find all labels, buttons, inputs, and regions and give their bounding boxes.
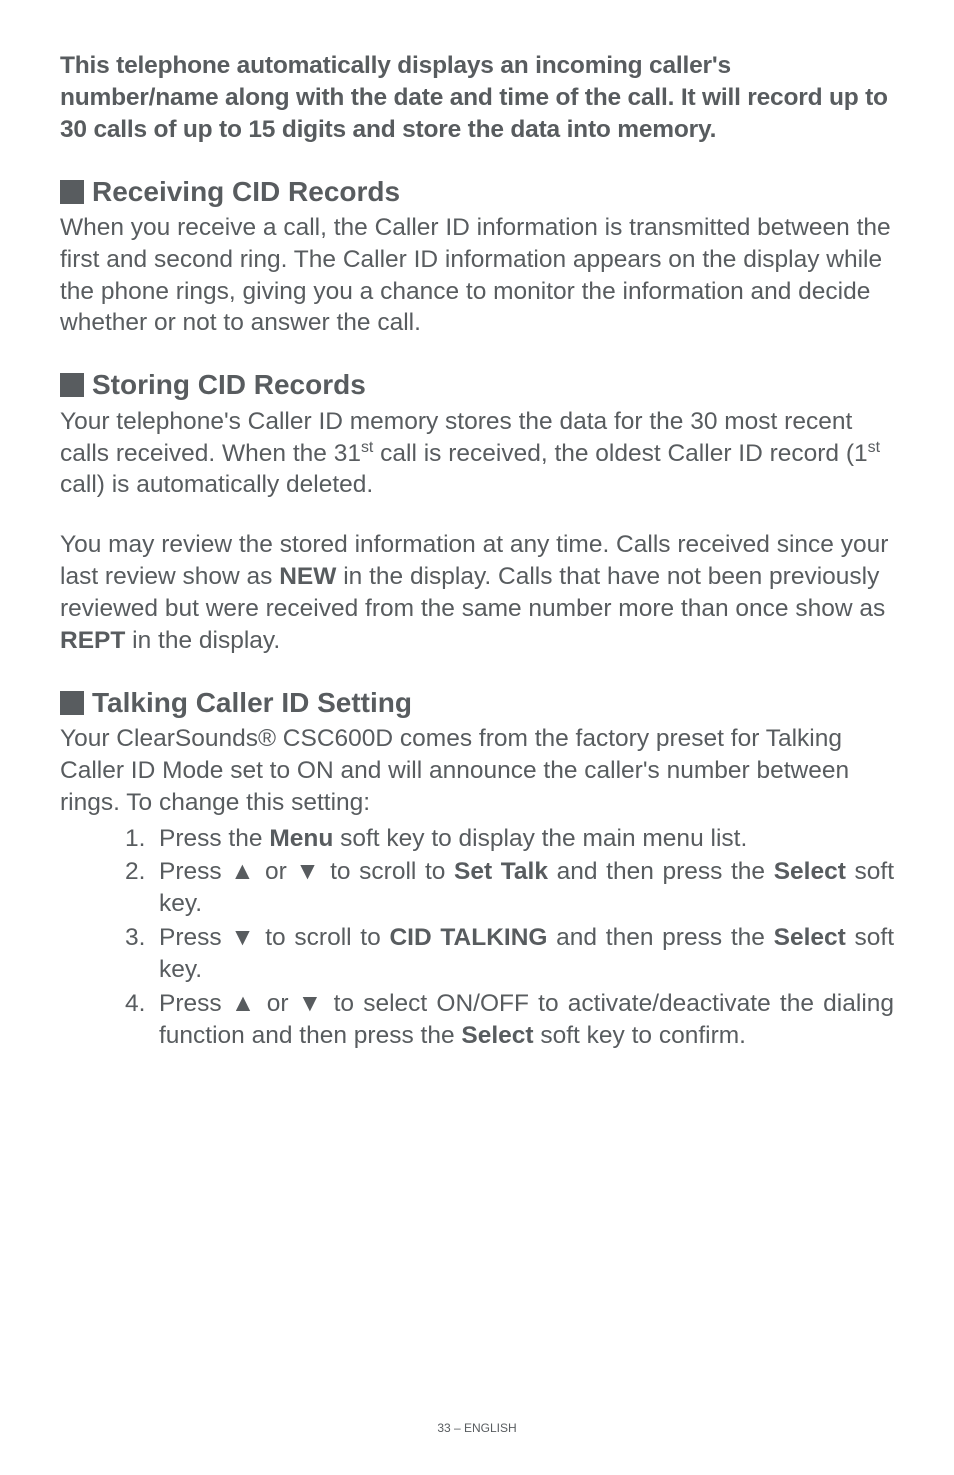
steps-list: 1. Press the Menu soft key to display th…	[60, 823, 894, 1052]
storing-p1: Your telephone's Caller ID memory stores…	[60, 406, 894, 502]
text: and then press the	[548, 858, 774, 885]
heading-talking: Talking Caller ID Setting	[60, 685, 894, 721]
text: soft key to display the main menu list.	[333, 825, 747, 852]
intro-paragraph: This telephone automatically displays an…	[60, 50, 894, 146]
bullet-square-icon	[60, 373, 84, 397]
list-item: 2. Press ▲ or ▼ to scroll to Set Talk an…	[125, 856, 894, 920]
text: to scroll to	[321, 858, 454, 885]
list-number: 4.	[125, 988, 145, 1020]
bold-text: Select	[774, 858, 846, 885]
text: call) is automatically deleted.	[60, 471, 373, 498]
down-triangle-icon: ▼	[298, 990, 325, 1017]
bold-text: REPT	[60, 627, 125, 654]
superscript: st	[361, 438, 373, 455]
heading-text: Receiving CID Records	[92, 174, 400, 210]
heading-receiving: Receiving CID Records	[60, 174, 894, 210]
list-item: 3. Press ▼ to scroll to CID TALKING and …	[125, 922, 894, 986]
heading-text: Talking Caller ID Setting	[92, 685, 412, 721]
heading-text: Storing CID Records	[92, 367, 366, 403]
heading-storing: Storing CID Records	[60, 367, 894, 403]
text: or	[258, 990, 298, 1017]
up-triangle-icon: ▲	[231, 990, 258, 1017]
list-number: 2.	[125, 856, 145, 888]
bullet-square-icon	[60, 691, 84, 715]
bold-text: Set Talk	[454, 858, 548, 885]
text: soft key to confirm.	[534, 1022, 746, 1049]
text: call is received, the oldest Caller ID r…	[373, 440, 867, 467]
text: Press	[159, 990, 231, 1017]
body-receiving: When you receive a call, the Caller ID i…	[60, 212, 894, 339]
bold-text: Menu	[269, 825, 333, 852]
bold-text: Select	[461, 1022, 533, 1049]
list-item: 4. Press ▲ or ▼ to select ON/OFF to acti…	[125, 988, 894, 1052]
body-talking: Your ClearSounds® CSC600D comes from the…	[60, 723, 894, 819]
text: Press the	[159, 825, 269, 852]
bold-text: NEW	[279, 563, 336, 590]
up-triangle-icon: ▲	[230, 858, 256, 885]
list-item: 1. Press the Menu soft key to display th…	[125, 823, 894, 855]
text: Press	[159, 924, 230, 951]
bullet-square-icon	[60, 180, 84, 204]
text: and then press the	[547, 924, 773, 951]
list-number: 1.	[125, 823, 145, 855]
bold-text: Select	[774, 924, 846, 951]
down-triangle-icon: ▼	[230, 924, 256, 951]
superscript: st	[868, 438, 880, 455]
storing-p2: You may review the stored information at…	[60, 529, 894, 656]
bold-text: CID TALKING	[389, 924, 547, 951]
text: Press	[159, 858, 230, 885]
text: to scroll to	[257, 924, 390, 951]
down-triangle-icon: ▼	[295, 858, 321, 885]
list-number: 3.	[125, 922, 145, 954]
text: in the display.	[125, 627, 280, 654]
text: or	[256, 858, 295, 885]
page-footer: 33 – ENGLISH	[0, 1421, 954, 1437]
